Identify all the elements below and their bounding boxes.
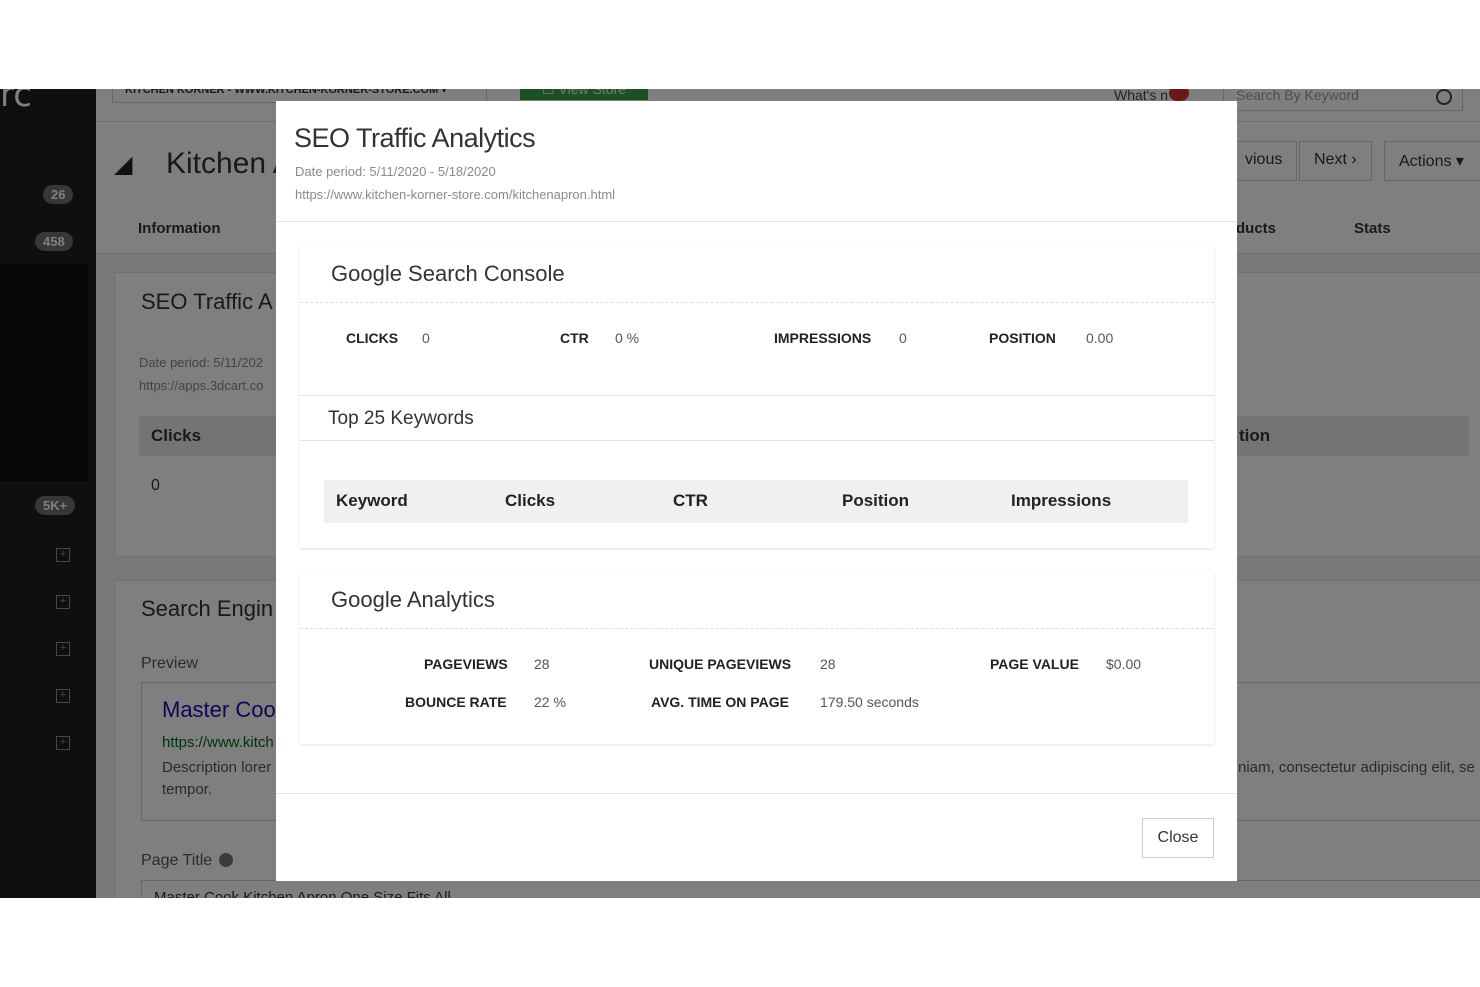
divider [300, 395, 1214, 396]
divider [300, 302, 1214, 303]
keywords-title: Top 25 Keywords [328, 408, 474, 429]
app-screen: rc 26 458 5K+ + + + + + KITCHEN KORNER -… [0, 89, 1480, 898]
position-label: POSITION [989, 330, 1056, 346]
seo-analytics-modal: SEO Traffic Analytics Date period: 5/11/… [276, 101, 1237, 881]
impressions-column-header[interactable]: Impressions [1011, 491, 1111, 511]
avg-time-label: AVG. TIME ON PAGE [651, 694, 789, 710]
clicks-label: CLICKS [346, 330, 399, 346]
modal-header: SEO Traffic Analytics Date period: 5/11/… [276, 101, 1237, 222]
page-url: https://www.kitchen-korner-store.com/kit… [295, 187, 616, 202]
impressions-value: 0 [899, 330, 907, 346]
close-button[interactable]: Close [1142, 818, 1214, 858]
ctr-column-header[interactable]: CTR [673, 491, 708, 511]
unique-pageviews-value: 28 [820, 656, 836, 672]
ctr-value: 0 % [615, 330, 640, 346]
ctr-label: CTR [560, 330, 589, 346]
position-value: 0.00 [1086, 330, 1114, 346]
bounce-rate-label: BOUNCE RATE [405, 694, 507, 710]
google-analytics-title: Google Analytics [331, 587, 495, 612]
position-column-header[interactable]: Position [842, 491, 909, 511]
pageviews-value: 28 [534, 656, 550, 672]
clicks-value: 0 [422, 330, 430, 346]
impressions-label: IMPRESSIONS [774, 330, 872, 346]
avg-time-value: 179.50 seconds [820, 694, 919, 710]
pageviews-label: PAGEVIEWS [424, 656, 508, 672]
bounce-rate-value: 22 % [534, 694, 566, 710]
keywords-table-header: Keyword Clicks CTR Position Impressions [324, 480, 1188, 523]
divider [300, 628, 1214, 629]
date-period: Date period: 5/11/2020 - 5/18/2020 [295, 164, 496, 179]
unique-pageviews-label: UNIQUE PAGEVIEWS [649, 656, 792, 672]
divider [300, 440, 1214, 441]
modal-footer [276, 793, 1237, 794]
clicks-column-header[interactable]: Clicks [505, 491, 555, 511]
modal-title: SEO Traffic Analytics [294, 123, 536, 153]
page-value-label: PAGE VALUE [990, 656, 1079, 672]
page-value-value: $0.00 [1106, 656, 1142, 672]
google-analytics-panel: Google Analytics PAGEVIEWS 28 UNIQUE PAG… [300, 572, 1214, 744]
search-console-panel: Google Search Console CLICKS 0 CTR 0 % I… [300, 246, 1214, 548]
keyword-column-header[interactable]: Keyword [336, 491, 408, 511]
search-console-title: Google Search Console [331, 261, 565, 286]
